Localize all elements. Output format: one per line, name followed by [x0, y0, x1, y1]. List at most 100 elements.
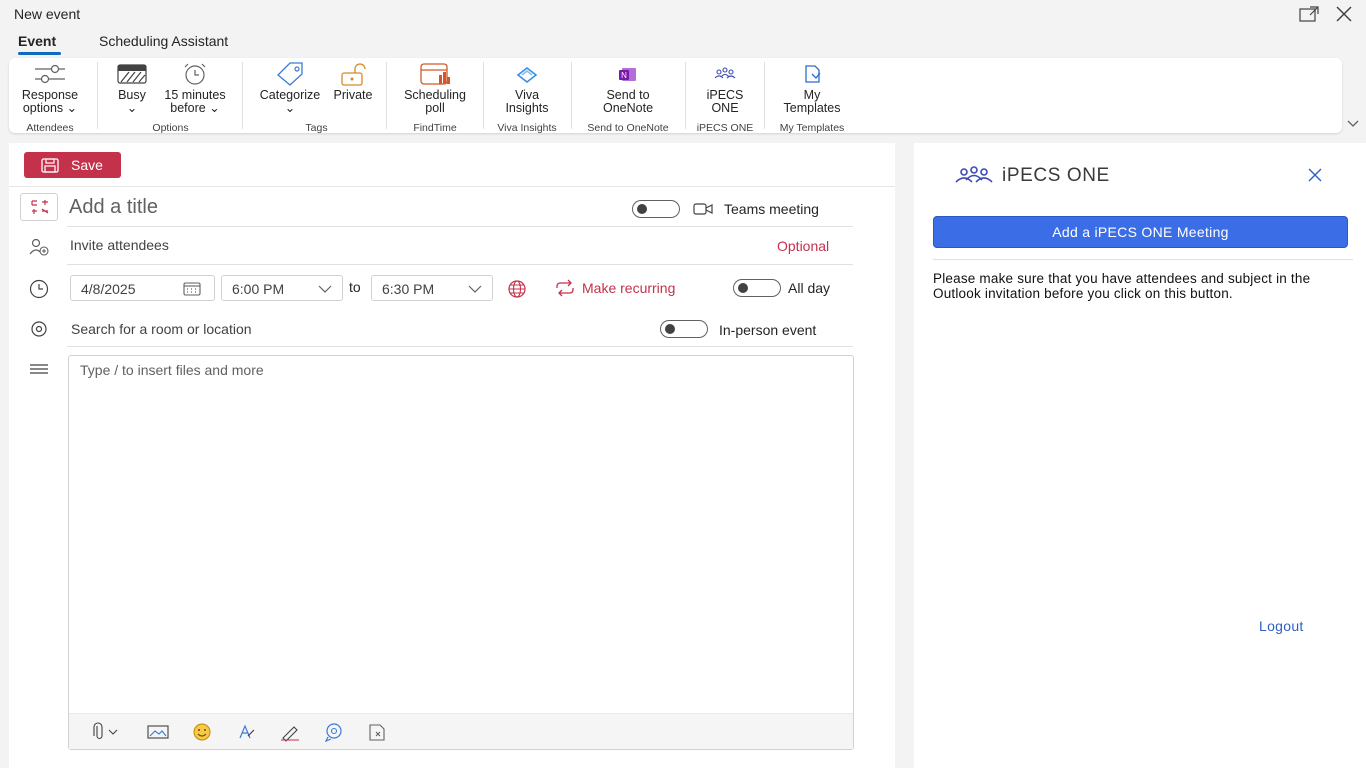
loop-component-icon[interactable]: [323, 722, 345, 742]
my-templates-button[interactable]: My Templates: [772, 62, 852, 115]
tab-event[interactable]: Event: [18, 33, 56, 49]
category-icon: [31, 200, 49, 214]
body-formatting-toolbar: [69, 713, 853, 749]
pop-out-icon[interactable]: [1299, 6, 1319, 22]
chevron-down-icon: ⌄: [209, 101, 220, 115]
clock-icon: [29, 279, 49, 299]
save-icon: [41, 158, 59, 173]
add-people-icon: [29, 238, 49, 256]
viva-insights-icon: [516, 66, 538, 84]
title-bar: New event: [0, 0, 1366, 28]
ribbon: Response options ⌄ Attendees Busy ⌄ 15 m…: [9, 58, 1342, 134]
busy-icon: [117, 64, 147, 84]
body-editor[interactable]: Type / to insert files and more: [68, 355, 854, 750]
ipecs-one-addin-pane: iPECS ONE Add a iPECS ONE Meeting Please…: [914, 143, 1366, 768]
alarm-clock-icon: [184, 63, 206, 85]
ribbon-divider: [483, 62, 484, 129]
busy-button[interactable]: Busy ⌄: [112, 62, 152, 115]
svg-text:N: N: [621, 71, 627, 80]
text-lines-icon: [30, 364, 48, 374]
ipecs-one-ribbon-button[interactable]: iPECS ONE: [693, 62, 757, 115]
ribbon-tabs: Event Scheduling Assistant: [0, 30, 600, 56]
chevron-down-icon: ⌄: [284, 101, 296, 115]
addin-title: iPECS ONE: [1002, 165, 1110, 186]
divider: [67, 226, 853, 227]
group-label-tags: Tags: [305, 122, 328, 134]
categorize-button[interactable]: Categorize ⌄: [254, 62, 326, 115]
end-time-dropdown[interactable]: 6:30 PM: [371, 275, 493, 301]
body-placeholder: Type / to insert files and more: [80, 362, 264, 378]
group-label-attendees: Attendees: [26, 122, 74, 134]
divider: [933, 259, 1353, 260]
start-time-dropdown[interactable]: 6:00 PM: [221, 275, 343, 301]
calendar-icon: [183, 282, 201, 296]
save-button[interactable]: Save: [24, 152, 121, 178]
in-person-event-toggle[interactable]: [660, 320, 708, 338]
close-window-icon[interactable]: [1335, 5, 1353, 23]
group-label-my-templates: My Templates: [779, 122, 845, 134]
in-person-event-label: In-person event: [719, 322, 817, 338]
add-ipecs-one-meeting-button[interactable]: Add a iPECS ONE Meeting: [933, 216, 1348, 248]
response-options-icon: [35, 64, 65, 84]
title-input[interactable]: Add a title: [69, 196, 158, 219]
logout-link[interactable]: Logout: [1259, 618, 1304, 634]
group-label-options: Options: [152, 122, 189, 134]
attach-file-icon[interactable]: [89, 722, 123, 742]
chevron-down-icon: ⌄: [126, 101, 138, 115]
chevron-down-icon: [318, 285, 332, 293]
chevron-down-icon: [468, 285, 482, 293]
invite-attendees-input[interactable]: Invite attendees: [70, 237, 169, 253]
optional-attendees-link[interactable]: Optional: [777, 238, 829, 254]
ribbon-divider: [386, 62, 387, 129]
close-pane-icon[interactable]: [1307, 167, 1323, 183]
ribbon-divider: [764, 62, 765, 129]
divider: [67, 264, 853, 265]
private-button[interactable]: Private: [327, 62, 379, 102]
format-text-icon[interactable]: [235, 722, 257, 742]
ribbon-divider: [242, 62, 243, 129]
all-day-label: All day: [788, 280, 831, 296]
scheduling-poll-button[interactable]: Scheduling poll: [395, 62, 475, 115]
active-tab-indicator: [18, 52, 61, 55]
globe-time-zone-icon[interactable]: [507, 279, 527, 299]
viva-insights-button[interactable]: Viva Insights: [489, 62, 565, 115]
all-day-toggle[interactable]: [733, 279, 781, 297]
ribbon-expand-chevron-icon[interactable]: [1346, 118, 1360, 128]
teams-meeting-label: Teams meeting: [724, 201, 819, 217]
lock-icon: [341, 63, 366, 86]
ipecs-one-icon: [714, 67, 736, 79]
ribbon-divider: [97, 62, 98, 129]
tag-icon: [277, 62, 303, 86]
start-date-picker[interactable]: 4/8/2025: [70, 275, 215, 301]
reminder-button[interactable]: 15 minutes before ⌄: [157, 62, 233, 115]
teams-meeting-toggle[interactable]: [632, 200, 680, 218]
group-label-viva-insights: Viva Insights: [497, 122, 557, 134]
insert-picture-icon[interactable]: [147, 722, 169, 742]
event-compose-panel: Save Add a title Teams meeting Invite at…: [9, 143, 895, 768]
ipecs-one-logo-icon: [955, 166, 993, 183]
location-search-input[interactable]: Search for a room or location: [71, 321, 252, 337]
templates-icon: [805, 65, 821, 83]
send-to-onenote-button[interactable]: N Send to OneNote: [579, 62, 677, 115]
onenote-icon: N: [619, 68, 636, 81]
emoji-icon[interactable]: [191, 722, 213, 742]
addin-instructions: Please make sure that you have attendees…: [933, 271, 1311, 301]
ribbon-divider: [571, 62, 572, 129]
chevron-down-icon: ⌄: [66, 101, 78, 115]
apps-icon[interactable]: [367, 722, 389, 742]
location-pin-icon: [31, 321, 47, 337]
group-label-ipecs-one: iPECS ONE: [696, 122, 754, 134]
signature-pen-icon[interactable]: [279, 722, 301, 742]
category-picker-button[interactable]: [20, 193, 58, 221]
window-title: New event: [14, 6, 81, 22]
divider: [67, 346, 853, 347]
save-toolbar: Save: [9, 143, 895, 187]
ribbon-divider: [685, 62, 686, 129]
repeat-icon: [556, 279, 574, 297]
to-label: to: [349, 279, 361, 295]
tab-scheduling-assistant[interactable]: Scheduling Assistant: [99, 33, 228, 49]
scheduling-poll-icon: [420, 63, 450, 85]
group-label-send-to-onenote: Send to OneNote: [587, 122, 669, 134]
response-options-button[interactable]: Response options ⌄: [15, 62, 85, 115]
video-camera-icon: [693, 203, 713, 215]
